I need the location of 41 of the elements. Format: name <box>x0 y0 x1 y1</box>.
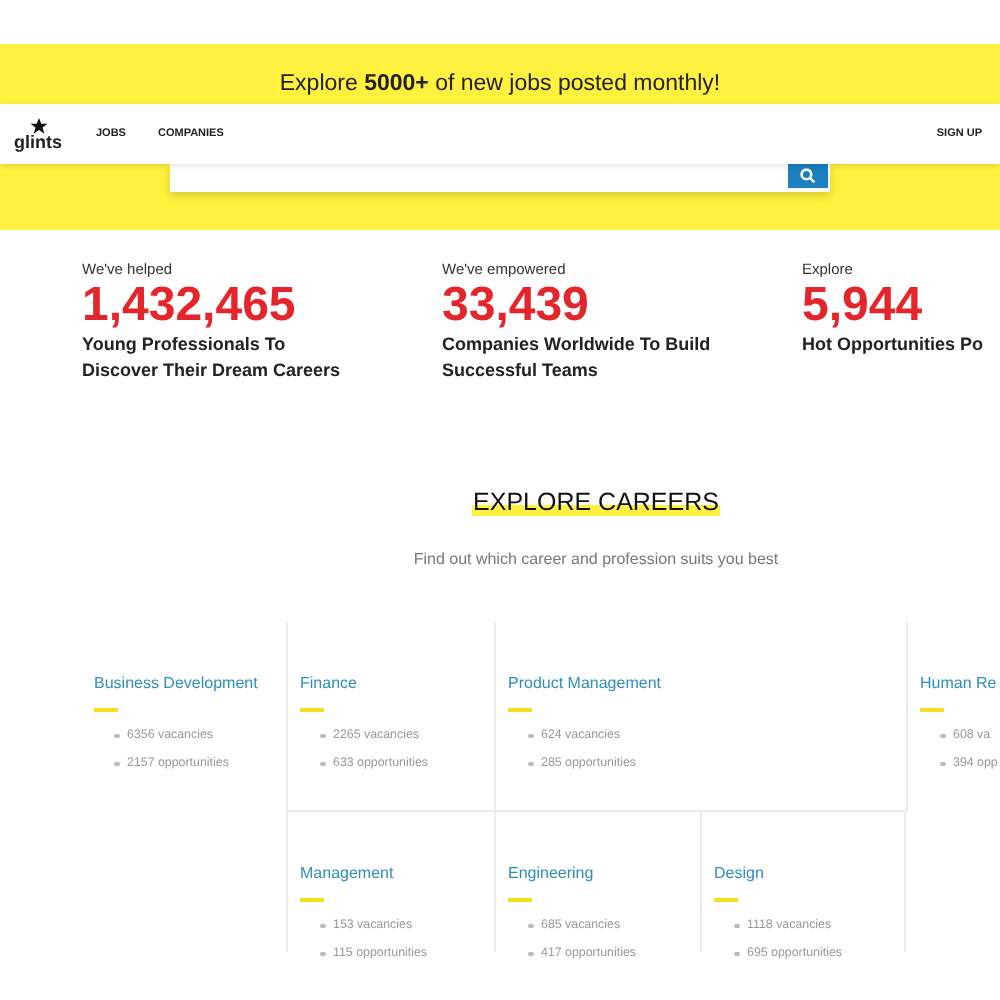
career-title[interactable]: Design <box>714 862 764 886</box>
bullet-icon <box>528 951 533 957</box>
career-title[interactable]: Finance <box>300 672 357 696</box>
bullet-icon <box>528 923 533 929</box>
bullet-icon <box>320 733 325 739</box>
career-title[interactable]: Business Development <box>94 672 258 696</box>
bullet-icon <box>320 761 325 767</box>
star-icon <box>29 117 47 133</box>
title-underline <box>300 708 324 712</box>
bullet-icon <box>734 923 739 929</box>
stat-description: Companies Worldwide To Build Successful Teams <box>442 332 713 384</box>
bullet-icon <box>114 733 119 739</box>
search-field[interactable] <box>170 164 830 192</box>
career-title[interactable]: Management <box>300 862 394 886</box>
section-subtitle: Find out which career and profession suits you best <box>411 548 781 572</box>
career-title[interactable]: Engineering <box>508 862 594 886</box>
career-title[interactable]: Human Re <box>920 672 997 696</box>
bullet-icon <box>114 761 119 767</box>
bullet-icon <box>940 733 945 739</box>
stat-description: Young Professionals To Discover Their Dream Careers <box>82 332 343 384</box>
bullet-icon <box>320 951 325 957</box>
search-button[interactable] <box>788 164 828 188</box>
title-underline <box>508 898 532 902</box>
bullet-icon <box>940 761 945 767</box>
banner-headline: Explore 5000+ of new jobs posted monthly! <box>279 70 721 98</box>
title-underline <box>714 898 738 902</box>
stat-description: Hot Opportunities Po <box>802 332 985 358</box>
bullet-icon <box>528 733 533 739</box>
title-underline <box>300 898 324 902</box>
stat-number: 1,432,465 <box>82 280 298 332</box>
title-underline <box>94 708 118 712</box>
title-underline <box>920 708 944 712</box>
logo[interactable]: glints <box>14 117 62 151</box>
stat-number: 33,439 <box>442 280 591 332</box>
title-underline <box>508 708 532 712</box>
bullet-icon <box>320 923 325 929</box>
bullet-icon <box>734 951 739 957</box>
stat-number: 5,944 <box>802 280 925 332</box>
search-icon <box>800 168 816 184</box>
bullet-icon <box>528 761 533 767</box>
career-title[interactable]: Product Management <box>508 672 661 696</box>
